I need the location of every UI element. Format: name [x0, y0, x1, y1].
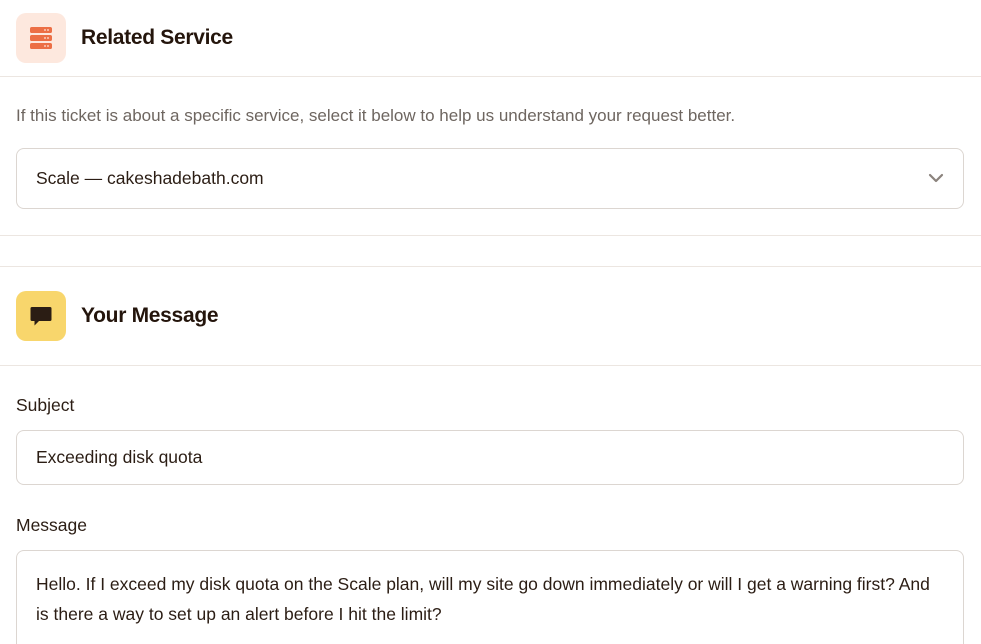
support-ticket-form: Related Service If this ticket is about …	[0, 0, 981, 644]
chevron-down-icon	[927, 169, 945, 192]
related-service-title: Related Service	[81, 25, 233, 49]
chat-bubble-icon	[16, 291, 66, 341]
your-message-header: Your Message	[0, 267, 981, 366]
subject-input[interactable]: Exceeding disk quota	[16, 430, 964, 485]
message-label: Message	[16, 515, 88, 535]
server-stack-icon	[16, 12, 66, 63]
subject-label: Subject	[16, 395, 75, 415]
related-service-header: Related Service	[0, 0, 981, 77]
related-service-select[interactable]: Scale — cakeshadebath.com	[16, 148, 964, 209]
your-message-title: Your Message	[81, 304, 219, 327]
related-service-helper-text: If this ticket is about a specific servi…	[16, 106, 736, 125]
related-service-selected-value: Scale — cakeshadebath.com	[36, 168, 264, 188]
related-service-card: Related Service If this ticket is about …	[0, 0, 981, 236]
message-textarea[interactable]: Hello. If I exceed my disk quota on the …	[16, 550, 964, 644]
